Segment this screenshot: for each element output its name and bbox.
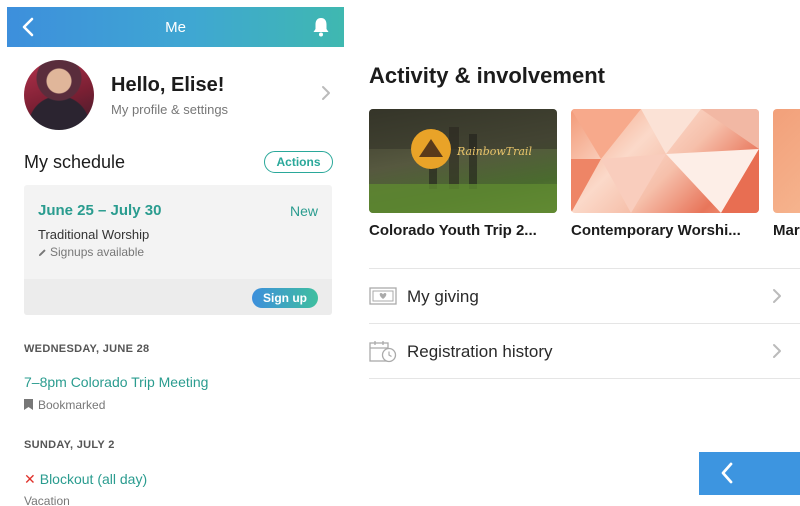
money-icon bbox=[369, 287, 397, 305]
day-heading: SUNDAY, JULY 2 bbox=[24, 439, 115, 451]
back-icon bbox=[721, 462, 733, 484]
activity-tile-label: Contemporary Worshi... bbox=[571, 222, 741, 239]
registration-history-label: Registration history bbox=[407, 342, 553, 361]
event-title[interactable]: 7–8pm Colorado Trip Meeting bbox=[24, 374, 208, 390]
activity-tile-image[interactable]: RainbowTrail bbox=[369, 109, 557, 213]
service-name: Traditional Worship bbox=[38, 227, 150, 242]
calendar-clock-icon bbox=[369, 341, 397, 363]
registration-history-row[interactable]: Registration history bbox=[369, 323, 800, 378]
bookmark-icon bbox=[24, 399, 33, 410]
card-dates: June 25 – July 30 bbox=[38, 202, 162, 219]
schedule-heading: My schedule bbox=[24, 152, 126, 172]
bell-icon[interactable] bbox=[311, 16, 331, 38]
day-heading: WEDNESDAY, JUNE 28 bbox=[24, 343, 150, 355]
activity-heading: Activity & involvement bbox=[369, 63, 605, 88]
avatar bbox=[24, 60, 94, 130]
activity-tile-image[interactable] bbox=[571, 109, 759, 213]
event-note: Vacation bbox=[24, 494, 70, 506]
logo-text: RainbowTrail bbox=[456, 145, 532, 158]
me-panel: Me Hello, Elise! My profile & settings M… bbox=[7, 7, 344, 506]
sign-up-button[interactable]: Sign up bbox=[252, 288, 318, 308]
polygon-pattern-image bbox=[571, 109, 759, 213]
profile-settings-label: My profile & settings bbox=[111, 102, 229, 117]
divider bbox=[369, 378, 800, 379]
activity-tile-image[interactable] bbox=[773, 109, 800, 213]
pencil-icon bbox=[38, 249, 46, 257]
close-icon: ✕ bbox=[24, 471, 36, 487]
my-giving-row[interactable]: My giving bbox=[369, 268, 800, 323]
activity-tile-label: Mar bbox=[773, 222, 800, 239]
signups-status: Signups available bbox=[38, 245, 144, 259]
profile-row[interactable]: Hello, Elise! My profile & settings bbox=[7, 57, 344, 137]
greeting: Hello, Elise! bbox=[111, 74, 225, 96]
event-note: Bookmarked bbox=[24, 398, 105, 412]
schedule-card[interactable]: June 25 – July 30 New Traditional Worshi… bbox=[24, 185, 332, 315]
actions-button[interactable]: Actions bbox=[264, 151, 333, 173]
back-button[interactable] bbox=[699, 452, 800, 495]
my-giving-label: My giving bbox=[407, 287, 479, 306]
top-bar: Me bbox=[7, 7, 344, 47]
page-title: Me bbox=[165, 19, 186, 36]
trip-photo-image: RainbowTrail bbox=[369, 109, 557, 213]
new-badge: New bbox=[289, 203, 318, 219]
chevron-right-icon bbox=[322, 86, 330, 100]
signups-label: Signups available bbox=[50, 245, 145, 259]
bookmark-label: Bookmarked bbox=[38, 398, 106, 412]
chevron-right-icon bbox=[773, 344, 781, 358]
event-title[interactable]: ✕ Blockout (all day) bbox=[24, 471, 147, 488]
chevron-right-icon bbox=[773, 289, 781, 303]
blockout-label: Blockout (all day) bbox=[39, 471, 148, 487]
activity-tile-label: Colorado Youth Trip 2... bbox=[369, 222, 537, 239]
